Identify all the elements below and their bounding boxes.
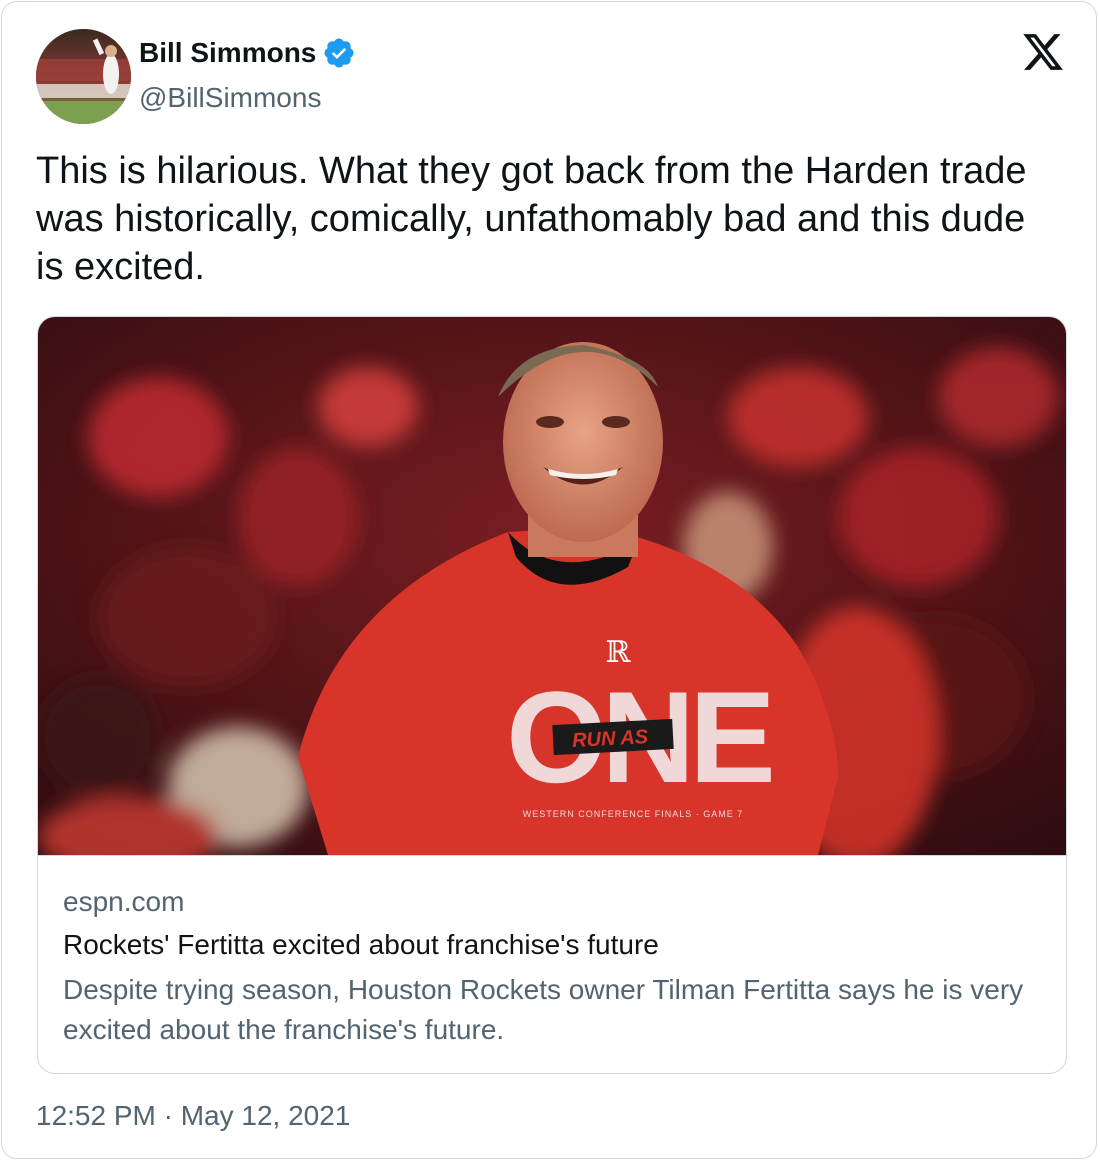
- link-preview-image: ℝ ONE RUN AS WESTERN CONFERENCE FINALS ·…: [38, 317, 1066, 877]
- link-domain: espn.com: [63, 886, 185, 917]
- author-handle[interactable]: @BillSimmons: [139, 80, 321, 116]
- shirt-tag: RUN AS: [572, 726, 650, 752]
- tweet-text: This is hilarious. What they got back fr…: [36, 150, 1027, 288]
- tweet-card: Bill Simmons @BillSimmons This is hilari…: [1, 1, 1097, 1159]
- avatar[interactable]: [36, 29, 131, 124]
- author-display-name[interactable]: Bill Simmons: [139, 35, 316, 71]
- link-title: Rockets' Fertitta excited about franchis…: [63, 929, 659, 960]
- link-description: Despite trying season, Houston Rockets o…: [63, 974, 1024, 1045]
- author-name-row[interactable]: Bill Simmons: [139, 35, 356, 71]
- link-preview-card[interactable]: ℝ ONE RUN AS WESTERN CONFERENCE FINALS ·…: [37, 316, 1067, 1074]
- x-logo-icon[interactable]: [1020, 30, 1066, 74]
- tweet-timestamp[interactable]: 12:52 PM · May 12, 2021: [36, 1098, 350, 1134]
- avatar-photo: [36, 29, 131, 124]
- verified-badge-icon: [322, 36, 356, 70]
- shirt-caption: WESTERN CONFERENCE FINALS · GAME 7: [523, 809, 744, 819]
